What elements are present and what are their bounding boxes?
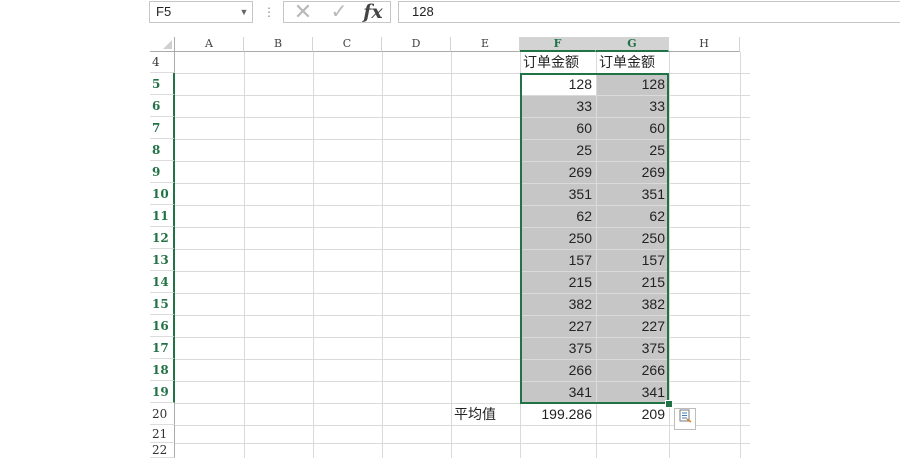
cell-g18[interactable]: 266 (597, 360, 669, 381)
name-box-value: F5 (156, 4, 172, 19)
row-header-11[interactable]: 11 (150, 205, 175, 227)
cell-g19[interactable]: 341 (597, 382, 669, 403)
cell-g11[interactable]: 62 (597, 206, 669, 227)
row-header-17[interactable]: 17 (150, 337, 175, 359)
cell-g20[interactable]: 209 (596, 403, 669, 425)
cell-f11[interactable]: 62 (521, 206, 596, 227)
gridline (669, 52, 670, 458)
cell-g10[interactable]: 351 (597, 184, 669, 205)
cancel-icon[interactable]: ✕ (288, 1, 318, 23)
quick-analysis-icon[interactable] (674, 408, 696, 430)
row-header-21[interactable]: 21 (150, 425, 175, 443)
row-header-16[interactable]: 16 (150, 315, 175, 337)
select-all-button[interactable] (150, 37, 175, 52)
grip-icon[interactable]: ⋮ (263, 2, 275, 22)
row-header-22[interactable]: 22 (150, 443, 175, 458)
row-header-13[interactable]: 13 (150, 249, 175, 271)
cell-g9[interactable]: 269 (597, 162, 669, 183)
cell-f8[interactable]: 25 (521, 140, 596, 161)
cell-g16[interactable]: 227 (597, 316, 669, 337)
gridline (175, 443, 750, 444)
cell-f17[interactable]: 375 (521, 338, 596, 359)
row-header-8[interactable]: 8 (150, 139, 175, 161)
cell-g13[interactable]: 157 (597, 250, 669, 271)
chevron-down-icon[interactable]: ▼ (238, 2, 250, 22)
column-header-b[interactable]: B (244, 37, 313, 52)
cell-f5[interactable]: 128 (520, 73, 596, 95)
row-header-6[interactable]: 6 (150, 95, 175, 117)
cell-f9[interactable]: 269 (521, 162, 596, 183)
cell-f14[interactable]: 215 (521, 272, 596, 293)
row-header-9[interactable]: 9 (150, 161, 175, 183)
row-header-18[interactable]: 18 (150, 359, 175, 381)
cell-f20[interactable]: 199.286 (520, 403, 596, 425)
row-header-4[interactable]: 4 (150, 52, 175, 73)
formula-input[interactable]: 128 (398, 1, 900, 23)
row-header-10[interactable]: 10 (150, 183, 175, 205)
gridline (313, 52, 314, 458)
name-box[interactable]: F5 ▼ (149, 1, 253, 23)
spreadsheet-grid: A B C D E F G H 4 5 6 7 8 9 10 11 12 13 … (0, 0, 900, 458)
gridline (451, 52, 452, 458)
cell-g17[interactable]: 375 (597, 338, 669, 359)
cell-g5[interactable]: 128 (597, 74, 669, 95)
cell-g14[interactable]: 215 (597, 272, 669, 293)
column-header-a[interactable]: A (175, 37, 244, 52)
cell-e20[interactable]: 平均值 (451, 403, 520, 425)
gridline (175, 425, 750, 426)
quick-analysis-glyph-icon (679, 409, 692, 423)
cell-f12[interactable]: 250 (521, 228, 596, 249)
cell-f16[interactable]: 227 (521, 316, 596, 337)
cell-f10[interactable]: 351 (521, 184, 596, 205)
row-header-12[interactable]: 12 (150, 227, 175, 249)
formula-buttons: ✕ ✓ fx (283, 1, 391, 23)
insert-function-icon[interactable]: fx (358, 2, 388, 22)
formula-bar: F5 ▼ ⋮ ✕ ✓ fx 128 (0, 0, 900, 28)
column-header-f[interactable]: F (520, 37, 596, 52)
column-header-g[interactable]: G (596, 37, 669, 52)
column-header-d[interactable]: D (382, 37, 451, 52)
cell-g8[interactable]: 25 (597, 140, 669, 161)
cell-g4[interactable]: 订单金额 (596, 52, 669, 73)
cell-g12[interactable]: 250 (597, 228, 669, 249)
select-all-triangle-icon (163, 40, 172, 49)
cell-f7[interactable]: 60 (521, 118, 596, 139)
cell-f13[interactable]: 157 (521, 250, 596, 271)
fill-handle[interactable] (665, 400, 673, 408)
cell-g6[interactable]: 33 (597, 96, 669, 117)
cell-f19[interactable]: 341 (521, 382, 596, 403)
gridline (382, 52, 383, 458)
column-header-c[interactable]: C (313, 37, 382, 52)
row-header-15[interactable]: 15 (150, 293, 175, 315)
row-header-20[interactable]: 20 (150, 403, 175, 425)
cell-f15[interactable]: 382 (521, 294, 596, 315)
enter-icon[interactable]: ✓ (324, 2, 354, 22)
cell-g15[interactable]: 382 (597, 294, 669, 315)
row-header-7[interactable]: 7 (150, 117, 175, 139)
column-header-e[interactable]: E (451, 37, 520, 52)
gridline (244, 52, 245, 458)
row-header-19[interactable]: 19 (150, 381, 175, 403)
column-header-h[interactable]: H (669, 37, 740, 52)
cell-f18[interactable]: 266 (521, 360, 596, 381)
cell-f4[interactable]: 订单金额 (520, 52, 596, 73)
row-header-5[interactable]: 5 (150, 73, 175, 95)
gridline (740, 52, 741, 458)
cell-g7[interactable]: 60 (597, 118, 669, 139)
row-header-14[interactable]: 14 (150, 271, 175, 293)
cell-f6[interactable]: 33 (521, 96, 596, 117)
